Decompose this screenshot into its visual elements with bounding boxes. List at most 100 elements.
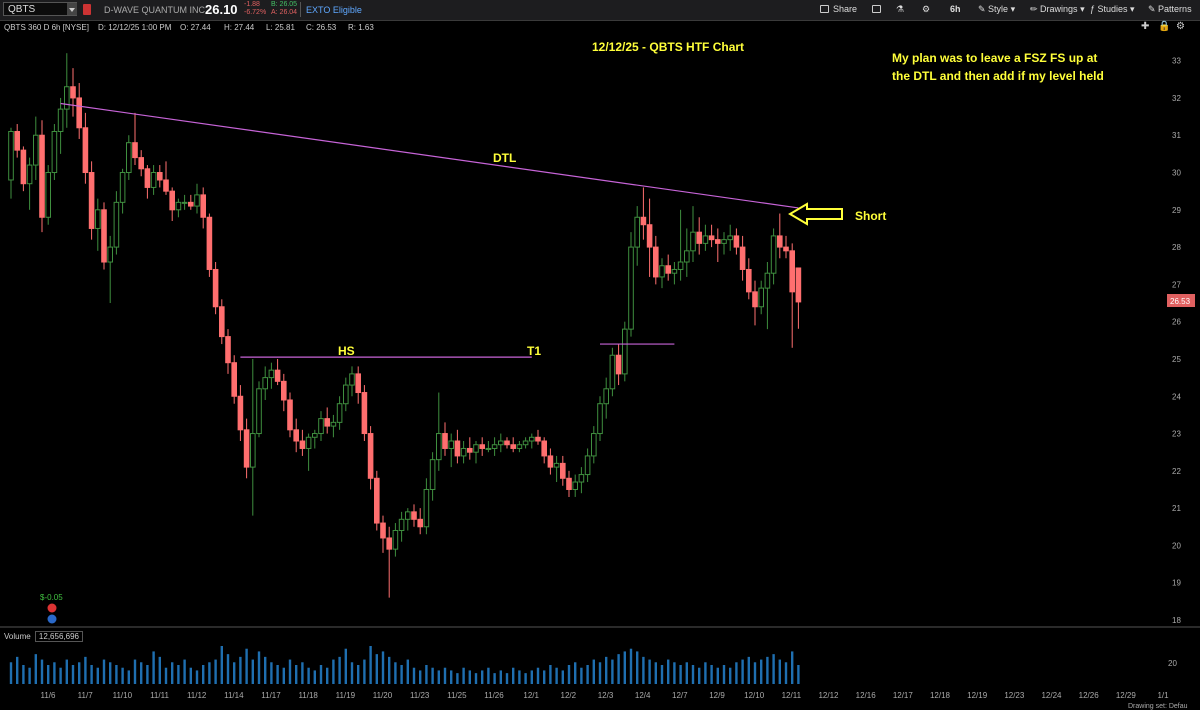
symbol-input[interactable]: QBTS xyxy=(3,2,77,16)
volume-bar xyxy=(295,665,298,684)
hs-label: HS xyxy=(338,344,355,358)
candle-body xyxy=(281,380,287,401)
patterns-button[interactable]: ✎ Patterns xyxy=(1148,4,1192,15)
alert-icon[interactable] xyxy=(47,603,57,613)
volume-bar xyxy=(772,654,775,684)
candle-body xyxy=(82,127,89,174)
candle-body xyxy=(138,157,144,170)
volume-bar xyxy=(344,648,347,684)
candle-body xyxy=(76,97,83,129)
volume-bar xyxy=(766,656,769,684)
candle-body xyxy=(795,267,802,303)
candle-body xyxy=(33,134,39,166)
exto-eligible-link[interactable]: EXTO Eligible xyxy=(306,5,362,15)
candle-body xyxy=(107,246,114,263)
volume-bar xyxy=(468,670,471,684)
volume-bar xyxy=(617,654,620,684)
candle-body xyxy=(250,433,256,468)
timeframe-button[interactable]: 6h xyxy=(950,4,961,14)
crosshair-icon[interactable]: ✚ xyxy=(1141,21,1149,32)
candle-body xyxy=(14,130,20,151)
trendlines-layer xyxy=(60,102,799,358)
volume-bar xyxy=(456,673,459,684)
volume-bar xyxy=(115,665,118,684)
price-tick: 18 xyxy=(1172,616,1181,625)
price-tick: 19 xyxy=(1172,579,1181,588)
toolbar-divider xyxy=(300,2,301,17)
short-label: Short xyxy=(855,209,886,223)
date-tick: 11/26 xyxy=(484,691,504,700)
drawing-set-label[interactable]: Drawing set: Defau xyxy=(1128,703,1188,710)
link-tag-icon[interactable] xyxy=(83,4,91,15)
candle-body xyxy=(51,130,58,174)
price-tick: 22 xyxy=(1172,467,1181,476)
studies-button[interactable]: ƒ Studies ▾ xyxy=(1090,4,1135,15)
lock-icon[interactable]: 🔒 xyxy=(1158,21,1170,32)
settings-small-icon[interactable]: ⚙ xyxy=(1176,21,1185,32)
candle-body xyxy=(609,354,616,390)
price-tick: 28 xyxy=(1172,243,1181,252)
date-tick: 12/11 xyxy=(782,691,802,700)
candle-body xyxy=(225,336,231,364)
style-icon: ✎ xyxy=(978,4,989,14)
flask-button[interactable]: ⚗ xyxy=(896,4,904,15)
date-tick: 12/12 xyxy=(818,691,839,700)
volume-bar xyxy=(208,662,211,684)
candle-body xyxy=(535,436,541,442)
candle-body xyxy=(150,172,157,188)
volume-bar xyxy=(47,665,50,684)
volume-chart[interactable]: 20 xyxy=(0,644,1200,686)
volume-bar xyxy=(654,662,657,684)
candle-body xyxy=(491,444,498,449)
volume-bar xyxy=(177,665,180,684)
notes-button[interactable] xyxy=(872,4,885,14)
candle-body xyxy=(634,216,641,248)
date-tick: 11/17 xyxy=(261,691,281,700)
date-tick: 12/17 xyxy=(893,691,914,700)
volume-bar xyxy=(84,656,87,684)
volume-bar xyxy=(698,667,701,684)
volume-bar xyxy=(251,659,254,684)
date-tick: 11/6 xyxy=(41,691,57,700)
volume-bar xyxy=(214,659,217,684)
style-button[interactable]: ✎ Style ▾ xyxy=(978,4,1015,15)
candle-body xyxy=(45,172,52,218)
patterns-label: Patterns xyxy=(1158,4,1192,14)
bid-value: B: 26.05 xyxy=(271,1,298,8)
volume-bar xyxy=(357,665,360,684)
drawings-button[interactable]: ✏ Drawings ▾ xyxy=(1030,4,1085,15)
volume-bar xyxy=(611,659,614,684)
price-tick: 20 xyxy=(1172,541,1181,550)
symbol-dropdown-icon[interactable] xyxy=(67,3,77,15)
volume-bar xyxy=(363,659,366,684)
volume-bar xyxy=(276,665,279,684)
volume-bar xyxy=(735,662,738,684)
candle-body xyxy=(380,522,386,539)
settings-button[interactable]: ⚙ xyxy=(922,4,930,15)
candle-body xyxy=(671,268,678,274)
change-percent: -6.72% xyxy=(244,9,267,16)
volume-bar xyxy=(326,667,329,684)
bar-date: D: 12/12/25 1:00 PM xyxy=(98,23,172,32)
volume-bar xyxy=(233,662,236,684)
share-button[interactable]: Share xyxy=(820,4,857,14)
info-icon[interactable] xyxy=(47,614,57,624)
candle-body xyxy=(591,433,597,457)
change-value: -1.88 xyxy=(244,1,260,8)
price-chart[interactable]: 33 32 31 30 29 28 27 26 25 24 23 22 21 20 19 18 12/12/2… xyxy=(0,36,1200,626)
candle-body xyxy=(361,392,368,435)
candle-body xyxy=(783,246,789,252)
candle-body xyxy=(560,462,566,479)
date-tick: 11/18 xyxy=(298,691,318,700)
candle-body xyxy=(659,265,665,278)
volume-bar xyxy=(202,665,205,684)
last-price: 26.10 xyxy=(205,2,238,17)
volume-bar xyxy=(673,662,676,684)
date-tick: 11/12 xyxy=(187,691,207,700)
price-change: -1.88 -6.72% xyxy=(244,1,266,17)
candle-body xyxy=(262,377,268,390)
candle-body xyxy=(622,328,628,375)
chevron-down-icon: ▾ xyxy=(1127,4,1135,14)
pane-separator[interactable] xyxy=(0,626,1200,628)
volume-bar xyxy=(109,662,112,684)
